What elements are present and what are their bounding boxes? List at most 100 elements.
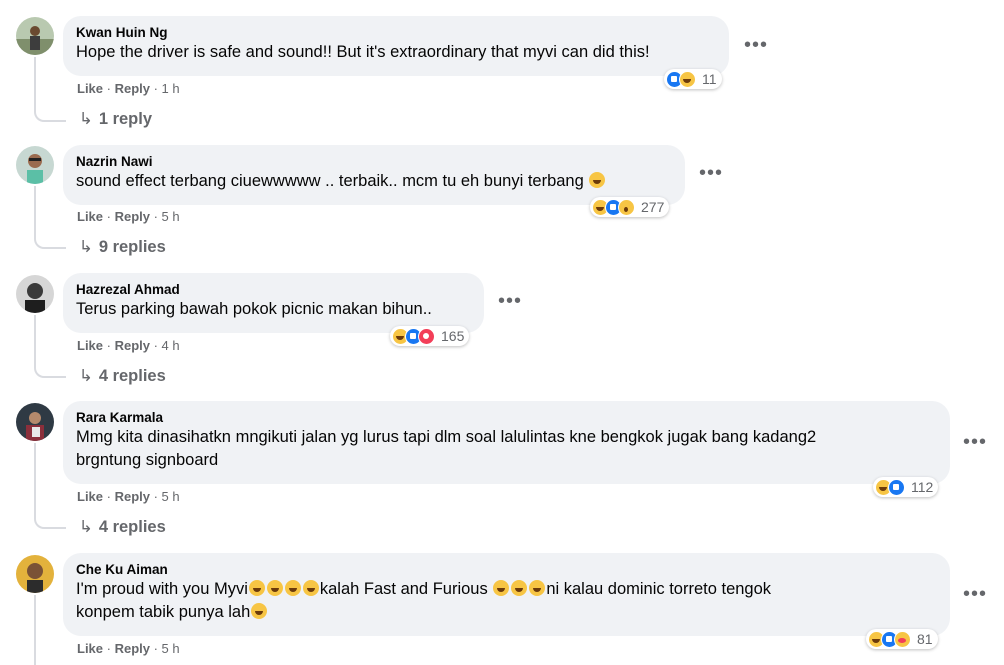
- replies-count[interactable]: 4 replies: [99, 518, 166, 536]
- avatar[interactable]: [16, 146, 54, 184]
- comment-time[interactable]: 5 h: [162, 489, 180, 504]
- comment-text: Terus parking bawah pokok picnic makan b…: [76, 300, 432, 318]
- reaction-count: 112: [911, 479, 934, 495]
- comment-actions: Like · Reply · 4 h: [77, 338, 180, 354]
- comment-author[interactable]: Nazrin Nawi: [76, 153, 673, 170]
- comment-bubble: Che Ku Aiman I'm proud with you Myvi kala…: [63, 553, 950, 636]
- rofl-emoji-icon: [248, 580, 265, 596]
- view-replies-link[interactable]: ↳ 4 replies: [79, 366, 166, 386]
- replies-count[interactable]: 1 reply: [99, 110, 152, 128]
- thread-connector: [34, 515, 66, 529]
- comment-bubble: Hazrezal Ahmad Terus parking bawah pokok…: [63, 273, 484, 333]
- thread-connector: [34, 235, 66, 249]
- comment-bubble: Nazrin Nawi sound effect terbang ciuewww…: [63, 145, 685, 205]
- laughing-emoji-icon: [251, 603, 268, 619]
- comment-author[interactable]: Kwan Huin Ng: [76, 24, 717, 41]
- reaction-count: 81: [917, 631, 933, 647]
- view-replies-link[interactable]: ↳ 4 replies: [79, 517, 166, 537]
- reply-button[interactable]: Reply: [115, 489, 150, 504]
- separator: ·: [149, 641, 162, 656]
- avatar[interactable]: [16, 17, 54, 55]
- more-options-button[interactable]: •••: [498, 291, 522, 311]
- separator: ·: [149, 489, 162, 504]
- comment-text-content: kalah Fast and Furious: [319, 580, 488, 598]
- reply-arrow-icon: ↳: [79, 518, 93, 536]
- reactions-summary[interactable]: 11: [664, 69, 722, 89]
- thread-connector: [34, 108, 66, 122]
- more-options-button[interactable]: •••: [963, 584, 987, 604]
- thread-connector: [34, 364, 66, 378]
- separator: ·: [103, 338, 115, 353]
- view-replies-link[interactable]: ↳ 1 reply: [79, 109, 152, 129]
- comment-actions: Like · Reply · 5 h: [77, 209, 180, 225]
- separator: ·: [149, 338, 162, 353]
- comment-text-content: I'm proud with you Myvi: [76, 580, 248, 598]
- reply-arrow-icon: ↳: [79, 367, 93, 385]
- reactions-summary[interactable]: 165: [390, 326, 470, 346]
- comment-author[interactable]: Hazrezal Ahmad: [76, 281, 472, 298]
- replies-count[interactable]: 9 replies: [99, 238, 166, 256]
- like-button[interactable]: Like: [77, 338, 103, 353]
- comment-text-content: ni kalau dominic torreto tengok: [546, 580, 772, 598]
- comment-bubble: Rara Karmala Mmg kita dinasihatkn mngiku…: [63, 401, 950, 484]
- comment-text-content: sound effect terbang ciuewwwww .. terbai…: [76, 172, 584, 190]
- comment-time[interactable]: 1 h: [162, 81, 180, 96]
- reaction-count: 277: [641, 199, 665, 215]
- love-icon: [418, 327, 435, 345]
- separator: ·: [103, 209, 115, 224]
- reactions-summary[interactable]: 81: [866, 629, 938, 649]
- comment-actions: Like · Reply · 5 h: [77, 641, 180, 657]
- reply-button[interactable]: Reply: [115, 338, 150, 353]
- comment-actions: Like · Reply · 1 h: [77, 81, 180, 97]
- separator: ·: [149, 81, 162, 96]
- rofl-emoji-icon: [266, 580, 283, 596]
- avatar[interactable]: [16, 403, 54, 441]
- thread-line: [34, 57, 36, 109]
- rofl-emoji-icon: [302, 580, 319, 596]
- thread-line: [34, 595, 36, 665]
- reaction-count: 11: [702, 71, 717, 87]
- comment-time[interactable]: 5 h: [162, 209, 180, 224]
- care-icon: [894, 630, 911, 648]
- reply-button[interactable]: Reply: [115, 641, 150, 656]
- reply-button[interactable]: Reply: [115, 209, 150, 224]
- comment-text: Hope the driver is safe and sound!! But …: [76, 43, 650, 61]
- comment-author[interactable]: Che Ku Aiman: [76, 561, 938, 578]
- comment-actions: Like · Reply · 5 h: [77, 489, 180, 505]
- wow-icon: [618, 198, 635, 216]
- reactions-summary[interactable]: 112: [873, 477, 939, 497]
- like-button[interactable]: Like: [77, 81, 103, 96]
- more-options-button[interactable]: •••: [963, 432, 987, 452]
- comment-text: brgntung signboard: [76, 451, 219, 469]
- like-button[interactable]: Like: [77, 209, 103, 224]
- laughing-emoji-icon: [511, 580, 528, 596]
- separator: ·: [149, 209, 162, 224]
- avatar[interactable]: [16, 555, 54, 593]
- comment-time[interactable]: 4 h: [162, 338, 180, 353]
- reply-arrow-icon: ↳: [79, 238, 93, 256]
- replies-count[interactable]: 4 replies: [99, 367, 166, 385]
- comment-bubble: Kwan Huin Ng Hope the driver is safe and…: [63, 16, 729, 76]
- comment-author[interactable]: Rara Karmala: [76, 409, 938, 426]
- thread-line: [34, 315, 36, 365]
- more-options-button[interactable]: •••: [744, 35, 768, 55]
- laughing-emoji-icon: [493, 580, 510, 596]
- separator: ·: [103, 641, 115, 656]
- reactions-summary[interactable]: 277: [590, 197, 670, 217]
- like-button[interactable]: Like: [77, 489, 103, 504]
- view-replies-link[interactable]: ↳ 9 replies: [79, 237, 166, 257]
- rofl-emoji-icon: [284, 580, 301, 596]
- haha-icon: [679, 70, 696, 88]
- comment-text: konpem tabik punya lah: [76, 601, 938, 624]
- more-options-button[interactable]: •••: [699, 163, 723, 183]
- comment-time[interactable]: 5 h: [162, 641, 180, 656]
- like-button[interactable]: Like: [77, 641, 103, 656]
- laughing-emoji-icon: [589, 172, 606, 188]
- avatar[interactable]: [16, 275, 54, 313]
- like-icon: [888, 478, 905, 496]
- reply-button[interactable]: Reply: [115, 81, 150, 96]
- comment-text-content: konpem tabik punya lah: [76, 603, 251, 621]
- reaction-count: 165: [441, 328, 465, 344]
- separator: ·: [103, 489, 115, 504]
- comment-text: Mmg kita dinasihatkn mngikuti jalan yg l…: [76, 428, 817, 446]
